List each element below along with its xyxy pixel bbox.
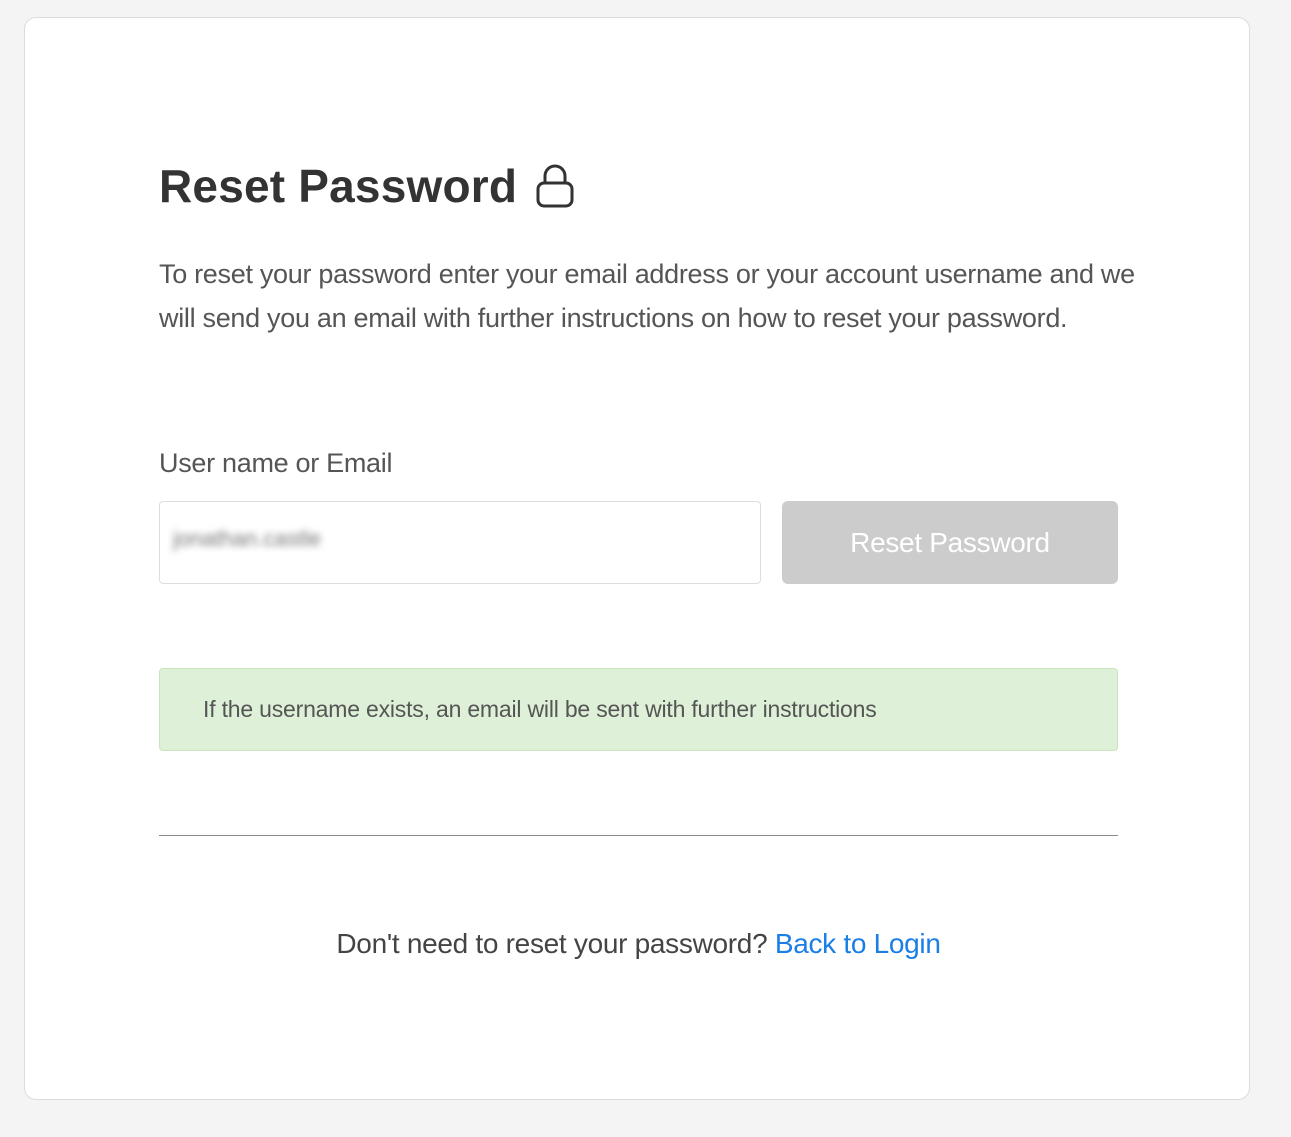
title-row: Reset Password <box>159 158 575 214</box>
alert-message: If the username exists, an email will be… <box>203 696 877 722</box>
username-email-input[interactable] <box>159 501 761 584</box>
reset-instructions: To reset your password enter your email … <box>159 259 1135 333</box>
reset-password-card: Reset Password To reset your password en… <box>24 17 1250 1100</box>
reset-password-button[interactable]: Reset Password <box>782 501 1118 584</box>
footer-prompt: Don't need to reset your password? <box>336 928 775 959</box>
footer: Don't need to reset your password? Back … <box>159 928 1118 960</box>
page-title: Reset Password <box>159 160 518 212</box>
divider <box>159 835 1118 836</box>
success-alert: If the username exists, an email will be… <box>159 668 1118 751</box>
username-email-label: User name or Email <box>159 448 393 478</box>
back-to-login-link[interactable]: Back to Login <box>775 928 941 959</box>
lock-icon <box>535 163 575 209</box>
